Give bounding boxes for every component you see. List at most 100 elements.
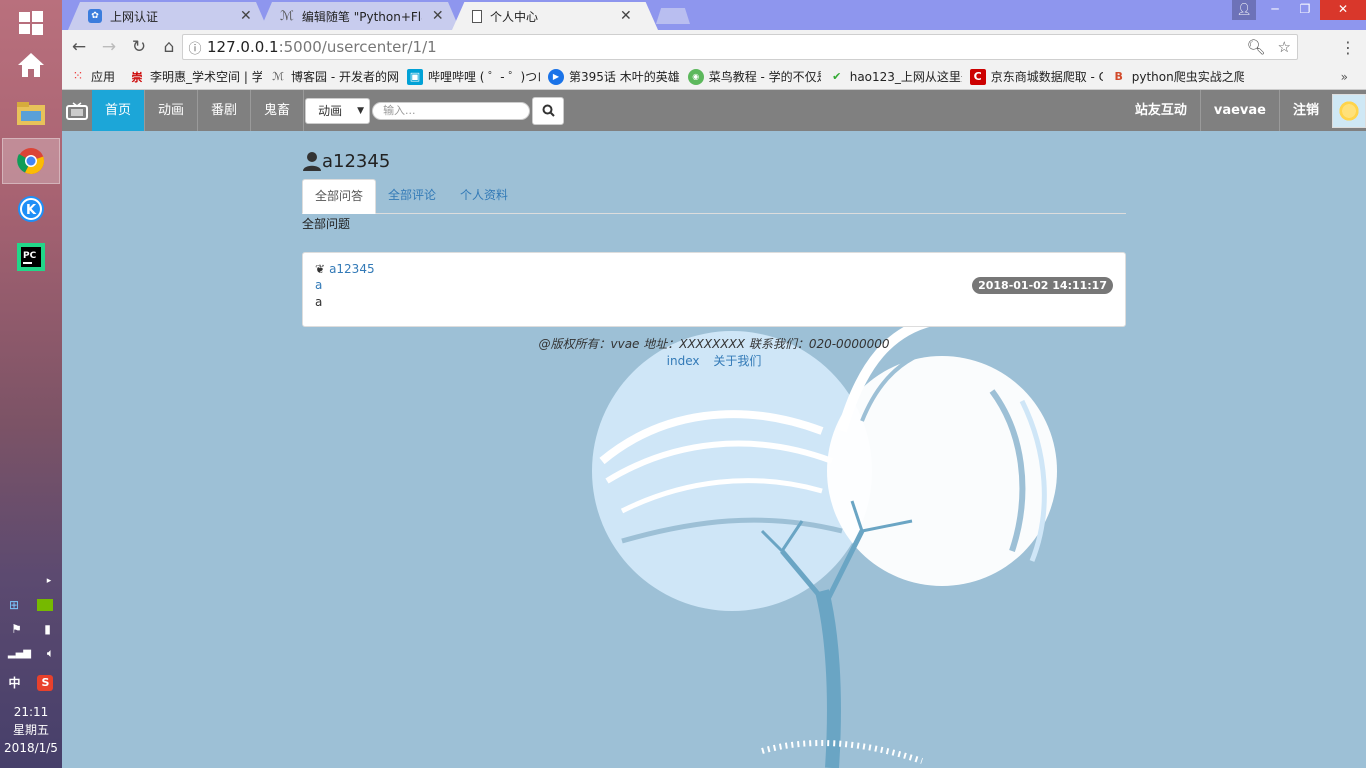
nav-logout[interactable]: 注销: [1278, 90, 1332, 131]
site-logo[interactable]: [62, 90, 92, 131]
bookmark-item[interactable]: ✔ hao123_上网从这里开: [829, 68, 962, 85]
kugou-icon: K: [18, 196, 44, 222]
clock-date: 2018/1/5: [4, 741, 58, 755]
nav-community[interactable]: 站友互动: [1122, 90, 1200, 131]
category-select[interactable]: 动画 ▼: [305, 97, 371, 124]
tab-close-icon[interactable]: ✕: [620, 8, 632, 24]
bookmarks-overflow-icon[interactable]: »: [1341, 70, 1348, 84]
footer-link-index[interactable]: index: [667, 354, 700, 368]
footer-links: index 关于我们: [302, 353, 1126, 370]
avatar[interactable]: [1332, 93, 1366, 128]
menu-icon[interactable]: ⋮: [1340, 38, 1356, 57]
address-bar[interactable]: ⓘ 127.0.0.1:5000/usercenter/1/1 🔍︎ ☆: [182, 34, 1298, 60]
nav-item-guichu[interactable]: 鬼畜: [251, 90, 305, 131]
windows-taskbar: K PC ▸ ⊞ ⚑ ▮ ▂▄▆ 🔈︎ 中 S 21:11 星期五 2018/1…: [0, 0, 62, 768]
question-author-link[interactable]: a12345: [329, 261, 375, 277]
question-card: ❦ a12345 a a 2018-01-02 14:11:17: [302, 252, 1126, 327]
tab-close-icon[interactable]: ✕: [240, 8, 252, 24]
wifi-icon[interactable]: ▂▄▆: [8, 648, 31, 659]
red-logo-icon: 崇: [131, 70, 143, 84]
b-logo-icon: B: [1114, 70, 1123, 83]
bookmark-item[interactable]: C 京东商城数据爬取 - C: [969, 68, 1103, 85]
paw-icon: ✿: [88, 9, 102, 23]
tab-login[interactable]: ✿ 上网认证 ✕: [68, 2, 268, 30]
restore-button[interactable]: ❐: [1290, 0, 1320, 20]
kugou-button[interactable]: K: [2, 186, 60, 232]
tab-user-center[interactable]: 个人中心 ✕: [452, 2, 658, 30]
nav-item-bangumi[interactable]: 番剧: [198, 90, 252, 131]
tab-all-questions[interactable]: 全部问答: [302, 179, 377, 214]
nav-item-home[interactable]: 首页: [92, 90, 146, 131]
new-tab-button[interactable]: [656, 8, 690, 24]
bookmark-item[interactable]: ℳ 博客园 - 开发者的网: [270, 68, 399, 85]
sogou-icon[interactable]: S: [37, 674, 54, 691]
caret-down-icon: ▼: [357, 105, 365, 116]
category-select-value: 动画: [318, 104, 343, 118]
tab-strip: ✿ 上网认证 ✕ ℳ 编辑随笔 "Python+Flask ✕ 个人中心 ✕ 👤…: [62, 0, 1366, 30]
profile-tabs: 全部问答 全部评论 个人资料: [302, 179, 1126, 214]
bookmark-item[interactable]: 崇 李明惠_学术空间 | 学: [129, 68, 263, 85]
start-button[interactable]: [2, 0, 60, 46]
svg-text:PC: PC: [23, 251, 37, 261]
ime-indicator[interactable]: 中: [8, 674, 20, 691]
star-icon[interactable]: ☆: [1278, 38, 1291, 56]
forward-icon[interactable]: →: [94, 37, 124, 57]
file-explorer-button[interactable]: [2, 90, 60, 136]
hao123-icon: ✔: [832, 70, 842, 83]
home-icon: [18, 53, 44, 77]
windows-logo-icon: [19, 11, 43, 35]
section-label: 全部问题: [302, 217, 351, 231]
chrome-button[interactable]: [2, 138, 60, 184]
tray-expand[interactable]: ▸: [0, 576, 62, 586]
close-window-button[interactable]: ✕: [1320, 0, 1366, 20]
tv-icon: [66, 101, 88, 120]
usb-icon[interactable]: ⊞: [9, 598, 19, 612]
volume-icon[interactable]: 🔈︎: [47, 646, 54, 661]
nvidia-icon[interactable]: [37, 599, 54, 611]
clock[interactable]: 21:11 星期五 2018/1/5: [0, 703, 62, 757]
site-navbar: 首页 动画 番剧 鬼畜 动画 ▼ 输入... 站友互动 vaevae 注销: [62, 90, 1366, 131]
bookmark-apps[interactable]: ⁙ 应用: [70, 68, 115, 85]
zoom-icon[interactable]: 🔍︎: [1247, 38, 1266, 56]
search-button[interactable]: [532, 96, 565, 125]
tab-profile-info[interactable]: 个人资料: [448, 179, 520, 214]
cnblogs-icon: ℳ: [280, 8, 294, 24]
bookmark-item[interactable]: ◉ 菜鸟教程 - 学的不仅是: [687, 68, 821, 85]
battery-icon[interactable]: ▮: [44, 622, 51, 636]
question-time-badge: 2018-01-02 14:11:17: [972, 277, 1113, 294]
tab-title: 个人中心: [490, 9, 539, 24]
tab-title: 上网认证: [110, 9, 159, 24]
flag-icon[interactable]: ⚑: [11, 622, 22, 636]
page-icon: [472, 9, 482, 23]
bilibili-icon: ▣: [406, 68, 423, 85]
cnblogs-icon: ℳ: [272, 70, 284, 83]
runoob-icon: ◉: [687, 68, 704, 85]
footer-link-about[interactable]: 关于我们: [713, 354, 761, 368]
window-controls: 👤︎ ─ ❐ ✕: [1232, 0, 1366, 20]
footer-copyright: @版权所有：vvae 地址：XXXXXXXX 联系我们：020-0000000: [538, 337, 890, 351]
chrome-icon: [17, 148, 44, 174]
bookmarks-bar: ⁙ 应用 崇 李明惠_学术空间 | 学 ℳ 博客园 - 开发者的网 ▣ 哔哩哔哩…: [62, 64, 1366, 90]
tab-edit-post[interactable]: ℳ 编辑随笔 "Python+Flask ✕: [260, 2, 460, 30]
username-heading: a12345: [322, 150, 391, 172]
back-icon[interactable]: ←: [64, 37, 94, 57]
csdn-icon: C: [969, 68, 986, 85]
reload-icon[interactable]: ↻: [124, 37, 154, 57]
bookmark-item[interactable]: B python爬虫实战之爬: [1111, 68, 1244, 85]
clock-day: 星期五: [12, 723, 49, 737]
profile-icon[interactable]: 👤︎: [1232, 0, 1256, 20]
nav-username[interactable]: vaevae: [1199, 90, 1279, 131]
pycharm-button[interactable]: PC: [2, 234, 60, 280]
chevron-right-icon: ▸: [46, 576, 52, 586]
search-icon: [542, 104, 555, 117]
home-button[interactable]: [2, 42, 60, 88]
nav-item-animation[interactable]: 动画: [145, 90, 199, 131]
minimize-button[interactable]: ─: [1260, 0, 1290, 20]
tab-close-icon[interactable]: ✕: [432, 8, 444, 24]
info-icon[interactable]: ⓘ: [183, 38, 207, 57]
home-icon[interactable]: ⌂: [154, 37, 184, 57]
search-input[interactable]: 输入...: [372, 101, 531, 120]
tab-all-comments[interactable]: 全部评论: [376, 179, 448, 214]
bookmark-item[interactable]: ▣ 哔哩哔哩 ( ゜- ゜)つロ: [406, 68, 540, 85]
bookmark-item[interactable]: ▶ 第395话 木叶的英雄: [547, 68, 680, 85]
